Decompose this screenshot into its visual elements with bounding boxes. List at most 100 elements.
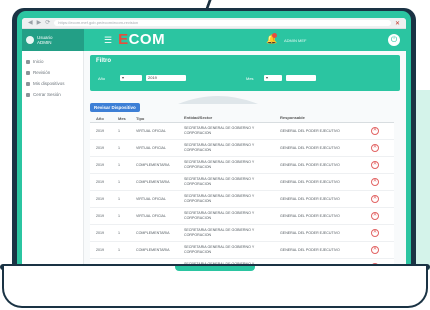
reload-icon[interactable]: ⟳ [45,20,50,26]
table-row[interactable]: 2019 1 VIRTUAL OFICIAL SECRETARIA GENERAL D… [90,140,394,157]
cell-year: 2019 [96,163,104,167]
cell-year: 2019 [96,248,104,252]
cell-type: VIRTUAL OFICIAL [136,146,166,150]
delete-icon[interactable]: ✕ [371,195,379,203]
cell-actions: ✕ [356,161,394,169]
cell-entity: SECRETARIA GENERAL DE GOBIERNO Y CORPORA… [184,126,255,135]
devices-table: Año Mes Tipo Entidad/Sector Responsable … [90,115,394,270]
cell-actions: ✕ [356,246,394,254]
app-header: Usuario ADMIN ☰ ECOM 🔔 ADMIN MEF ⏻ [22,29,406,51]
cell-type: COMPLEMENTARIA [136,180,170,184]
filter-panel: Filtro Año ▾ 2019 Mes ▾ [90,55,400,91]
forward-icon[interactable]: ▶ [37,20,42,26]
main-content: Filtro Año ▾ 2019 Mes ▾ Revisar Disposit… [84,51,406,270]
cell-actions: ✕ [356,229,394,237]
delete-icon[interactable]: ✕ [371,229,379,237]
table-header: Año Mes Tipo Entidad/Sector Responsable [90,115,394,123]
cell-actions: ✕ [356,178,394,186]
delete-icon[interactable]: ✕ [371,178,379,186]
close-icon[interactable]: ✕ [395,20,400,27]
review-device-button[interactable]: Revisar Dispositivo [90,103,140,112]
filter-month-select-a[interactable]: ▾ [264,75,282,81]
delete-icon[interactable]: ✕ [371,127,379,135]
cell-type: VIRTUAL OFICIAL [136,197,166,201]
cell-actions: ✕ [356,144,394,152]
table-row[interactable]: 2019 1 COMPLEMENTARIA SECRETARIA GENERAL DE… [90,157,394,174]
sidebar-item-devices[interactable]: Mis dispositivos [22,78,83,89]
app-body: Inicio Revisión Mis dispositivos Cerrar … [22,51,406,270]
delete-icon[interactable]: ✕ [371,144,379,152]
address-bar[interactable]: https://ecom.mef.gob.pe/ecom/ecom-revisi… [54,20,391,26]
table-row[interactable]: 2019 1 VIRTUAL OFICIAL SECRETARIA GENERAL D… [90,123,394,140]
sidebar-item-label: Revisión [33,70,51,75]
laptop-notch [175,266,255,271]
header-owner[interactable]: Responsable [276,116,356,121]
filter-month-select[interactable] [286,75,316,81]
table-body: 2019 1 VIRTUAL OFICIAL SECRETARIA GENERAL D… [90,123,394,270]
cell-entity: SECRETARIA GENERAL DE GOBIERNO Y CORPORA… [184,211,255,220]
device-icon [26,81,30,86]
sidebar-item-label: Mis dispositivos [33,81,65,86]
cell-actions: ✕ [356,127,394,135]
sidebar-item-review[interactable]: Revisión [22,67,83,78]
cell-owner: GENERAL DEL PODER EJECUTIVO [280,196,340,201]
cell-month: 1 [118,180,120,184]
filter-year-select[interactable]: 2019 [146,75,186,81]
logout-icon [26,92,30,97]
table-row[interactable]: 2019 1 COMPLEMENTARIA SECRETARIA GENERAL DE… [90,242,394,259]
laptop-base [2,266,428,308]
cell-year: 2019 [96,197,104,201]
header-type[interactable]: Tipo [132,116,180,121]
cell-type: COMPLEMENTARIA [136,231,170,235]
cell-owner: GENERAL DEL PODER EJECUTIVO [280,145,340,150]
cell-type: COMPLEMENTARIA [136,248,170,252]
sidebar: Inicio Revisión Mis dispositivos Cerrar … [22,51,84,270]
cell-month: 1 [118,163,120,167]
delete-icon[interactable]: ✕ [371,246,379,254]
power-icon[interactable]: ⏻ [388,34,400,46]
cell-month: 1 [118,197,120,201]
home-icon [26,59,30,64]
cell-owner: GENERAL DEL PODER EJECUTIVO [280,128,340,133]
hamburger-icon[interactable]: ☰ [104,35,112,46]
cell-month: 1 [118,214,120,218]
cell-month: 1 [118,231,120,235]
header-month[interactable]: Mes [114,116,132,121]
sidebar-item-home[interactable]: Inicio [22,56,83,67]
table-row[interactable]: 2019 1 COMPLEMENTARIA SECRETARIA GENERAL DE… [90,174,394,191]
table-row[interactable]: 2019 1 VIRTUAL OFICIAL SECRETARIA GENERAL D… [90,191,394,208]
delete-icon[interactable]: ✕ [371,161,379,169]
notification-badge [272,33,277,38]
cell-owner: GENERAL DEL PODER EJECUTIVO [280,230,340,235]
cell-type: VIRTUAL OFICIAL [136,129,166,133]
cell-owner: GENERAL DEL PODER EJECUTIVO [280,247,340,252]
table-row[interactable]: 2019 1 VIRTUAL OFICIAL SECRETARIA GENERAL D… [90,208,394,225]
sidebar-item-label: Inicio [33,59,44,64]
user-sub: ADMIN [37,40,52,45]
user-box[interactable]: Usuario ADMIN [22,29,84,51]
header-year[interactable]: Año [90,116,114,121]
cell-year: 2019 [96,180,104,184]
header-entity[interactable]: Entidad/Sector [180,116,276,121]
filter-title: Filtro [96,58,111,64]
cell-entity: SECRETARIA GENERAL DE GOBIERNO Y CORPORA… [184,194,255,203]
document-icon [26,70,30,75]
browser-bar: ◀ ▶ ⟳ https://ecom.mef.gob.pe/ecom/ecom-… [22,18,406,29]
cell-entity: SECRETARIA GENERAL DE GOBIERNO Y CORPORA… [184,228,255,237]
cell-type: VIRTUAL OFICIAL [136,214,166,218]
cell-month: 1 [118,248,120,252]
sidebar-item-logout[interactable]: Cerrar Sesión [22,89,83,100]
cell-month: 1 [118,129,120,133]
app-logo: ECOM [118,31,166,48]
delete-icon[interactable]: ✕ [371,212,379,220]
table-row[interactable]: 2019 1 COMPLEMENTARIA SECRETARIA GENERAL DE… [90,225,394,242]
cell-owner: GENERAL DEL PODER EJECUTIVO [280,213,340,218]
cell-entity: SECRETARIA GENERAL DE GOBIERNO Y CORPORA… [184,160,255,169]
filter-year-select-a[interactable]: ▾ [120,75,142,81]
cell-month: 1 [118,146,120,150]
sidebar-item-label: Cerrar Sesión [33,92,61,97]
cell-type: COMPLEMENTARIA [136,163,170,167]
filter-year-label: Año [98,76,106,81]
back-icon[interactable]: ◀ [28,20,33,26]
cell-year: 2019 [96,146,104,150]
